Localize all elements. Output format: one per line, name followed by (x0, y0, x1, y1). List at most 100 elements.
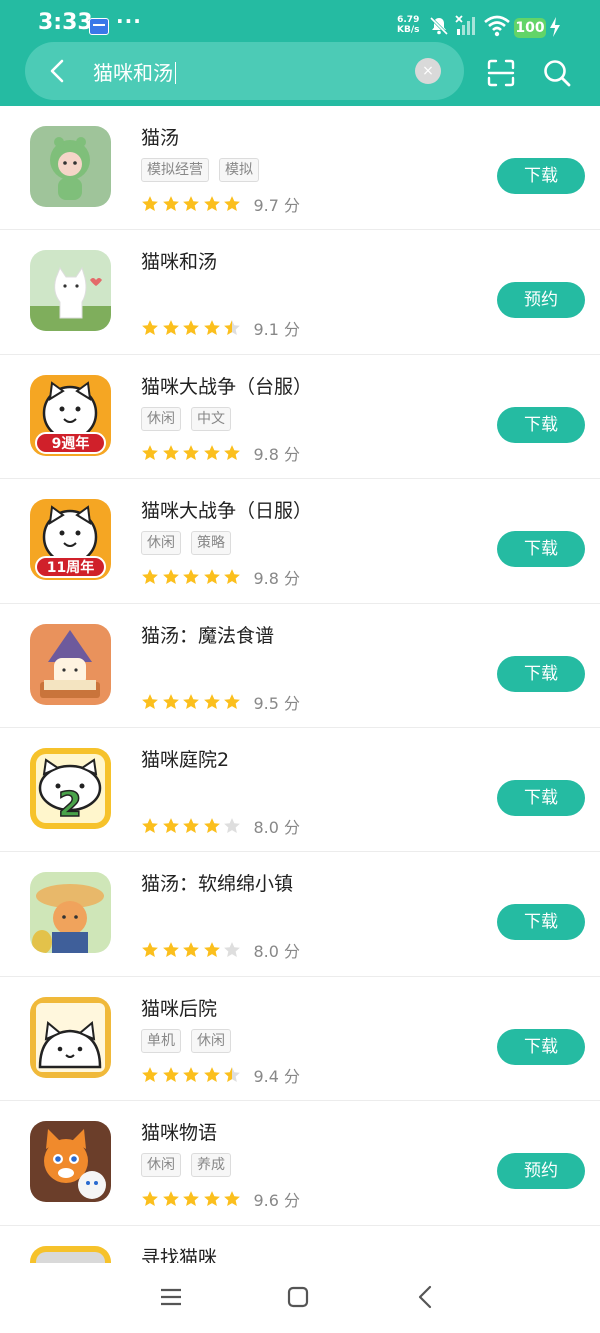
app-icon[interactable] (30, 623, 111, 705)
app-tags: 单机 休闲 (141, 1028, 231, 1053)
app-list-item[interactable]: 9週年 猫咪大战争（台服） 休闲 中文 9.8 分 下载 (0, 355, 600, 480)
star-icon (162, 196, 179, 211)
app-list-item[interactable]: 猫汤：软绵绵小镇 8.0 分 下载 (0, 852, 600, 977)
download-button[interactable]: 下载 (497, 904, 585, 941)
star-icon (142, 818, 158, 833)
app-rating: 9.6 分 (141, 1187, 300, 1211)
app-list-item[interactable]: 猫咪物语休闲 养成 9.6 分 预约 (0, 1101, 600, 1226)
cellular-signal-icon (455, 15, 475, 35)
app-icon[interactable] (30, 126, 111, 207)
app-icon[interactable]: 9週年 (30, 374, 111, 456)
app-rating: 9.4 分 (141, 1063, 300, 1087)
app-list-item[interactable]: 11周年 猫咪大战争（日服） 休闲 策略 9.8 分 下载 (0, 479, 600, 604)
download-button[interactable]: 下载 (497, 1028, 585, 1065)
app-tag: 模拟 (219, 158, 259, 182)
star-icon (183, 942, 199, 958)
app-list-item[interactable]: 寻找猫咪 (0, 1226, 600, 1263)
app-icon[interactable] (30, 996, 111, 1078)
app-rating: 9.8 分 (141, 441, 300, 465)
star-icon (183, 1191, 199, 1207)
menu-icon[interactable] (159, 1285, 183, 1309)
app-rating: 9.7 分 (141, 192, 300, 216)
app-rating: 9.5 分 (141, 690, 300, 714)
battery-level: 100 (514, 18, 546, 38)
app-icon[interactable] (30, 1245, 111, 1263)
mute-bell-icon (429, 16, 449, 36)
search-bar[interactable]: 猫咪和汤 × (25, 42, 464, 100)
app-score: 9.4 分 (253, 1066, 301, 1086)
star-icon (183, 444, 199, 460)
star-icon (203, 1066, 220, 1082)
app-list-item[interactable]: 猫汤模拟经营 模拟 9.7 分 下载 (0, 106, 600, 231)
search-input[interactable]: 猫咪和汤 (93, 57, 176, 86)
app-list-item[interactable]: 猫咪后院单机 休闲 9.4 分 下载 (0, 977, 600, 1102)
app-rating: 8.0 分 (141, 938, 300, 962)
network-speed: 6.79 KB/s (397, 15, 419, 35)
app-tags: 休闲 养成 (141, 1153, 231, 1178)
app-name[interactable]: 猫咪庭院2 (141, 745, 229, 772)
app-icon[interactable]: 2 (30, 747, 111, 829)
star-icon (162, 693, 179, 709)
search-results-list[interactable]: 猫汤 模拟经营 模拟 9.7 分下载 猫咪和汤 9.1 分预约 9週年 猫咪大战争（台服） 休闲… (0, 106, 600, 1263)
app-name[interactable]: 猫咪大战争（台服） (141, 372, 312, 399)
app-score: 9.8 分 (253, 444, 301, 464)
app-icon[interactable] (30, 872, 111, 954)
search-icon[interactable] (542, 58, 572, 88)
star-icon (224, 569, 240, 585)
icon-badge-label: 11周年 (47, 559, 94, 576)
app-name[interactable]: 猫咪后院 (141, 994, 217, 1021)
app-tag: 策略 (191, 531, 231, 556)
app-name[interactable]: 寻找猫咪 (141, 1243, 217, 1263)
home-icon[interactable] (286, 1285, 310, 1309)
reserve-button[interactable]: 预约 (497, 1153, 585, 1190)
app-score: 8.0 分 (253, 942, 301, 962)
app-name[interactable]: 猫汤 (141, 123, 179, 150)
app-list-item[interactable]: 猫咪和汤 9.1 分 预约 (0, 230, 600, 355)
more-notifications-icon: ··· (116, 9, 142, 33)
download-button[interactable]: 下载 (497, 655, 585, 692)
app-name[interactable]: 猫咪大战争（日服） (141, 496, 312, 523)
star-icon (224, 320, 240, 336)
app-tag: 养成 (191, 1153, 231, 1178)
star-icon (162, 320, 179, 336)
notification-app-icon (89, 18, 109, 35)
back-arrow-icon[interactable] (43, 56, 73, 86)
app-list-item[interactable]: 2 猫咪庭院2 8.0 分 下载 (0, 728, 600, 853)
reserve-button[interactable]: 预约 (497, 282, 585, 319)
app-name[interactable]: 猫咪和汤 (141, 247, 217, 274)
scan-icon[interactable] (486, 58, 516, 88)
icon-badge-label: 9週年 (52, 435, 90, 452)
app-tags: 模拟经营 模拟 (141, 158, 259, 182)
app-tag: 休闲 (141, 1153, 181, 1178)
status-bar: 3:33 ··· 6.79 KB/s 100 (0, 0, 600, 44)
back-icon[interactable] (414, 1285, 438, 1309)
star-icon (183, 569, 199, 585)
star-icon (203, 569, 220, 585)
app-icon[interactable] (30, 250, 111, 332)
app-score: 9.8 分 (253, 569, 301, 589)
app-name[interactable]: 猫汤：魔法食谱 (141, 621, 274, 648)
text-cursor (175, 62, 176, 84)
star-icon (162, 818, 179, 833)
star-icon (203, 196, 220, 211)
star-icon (142, 1066, 158, 1082)
app-icon[interactable] (30, 1121, 111, 1203)
app-icon[interactable]: 11周年 (30, 499, 111, 581)
app-list-item[interactable]: 猫汤：魔法食谱 9.5 分 下载 (0, 604, 600, 728)
clear-search-button[interactable]: × (415, 58, 441, 84)
download-button[interactable]: 下载 (497, 158, 585, 194)
download-button[interactable]: 下载 (497, 779, 585, 816)
star-icon (183, 1066, 199, 1082)
star-icon (162, 569, 179, 585)
star-icon (162, 942, 179, 958)
download-button[interactable]: 下载 (497, 406, 585, 443)
star-icon (203, 1191, 220, 1207)
star-icon (162, 444, 179, 460)
star-icon (224, 1191, 240, 1207)
app-score: 9.1 分 (253, 320, 301, 340)
download-button[interactable]: 下载 (497, 531, 585, 568)
app-name[interactable]: 猫汤：软绵绵小镇 (141, 869, 293, 896)
star-icon (224, 196, 240, 211)
app-name[interactable]: 猫咪物语 (141, 1118, 217, 1145)
app-tags: 休闲 策略 (141, 531, 231, 556)
